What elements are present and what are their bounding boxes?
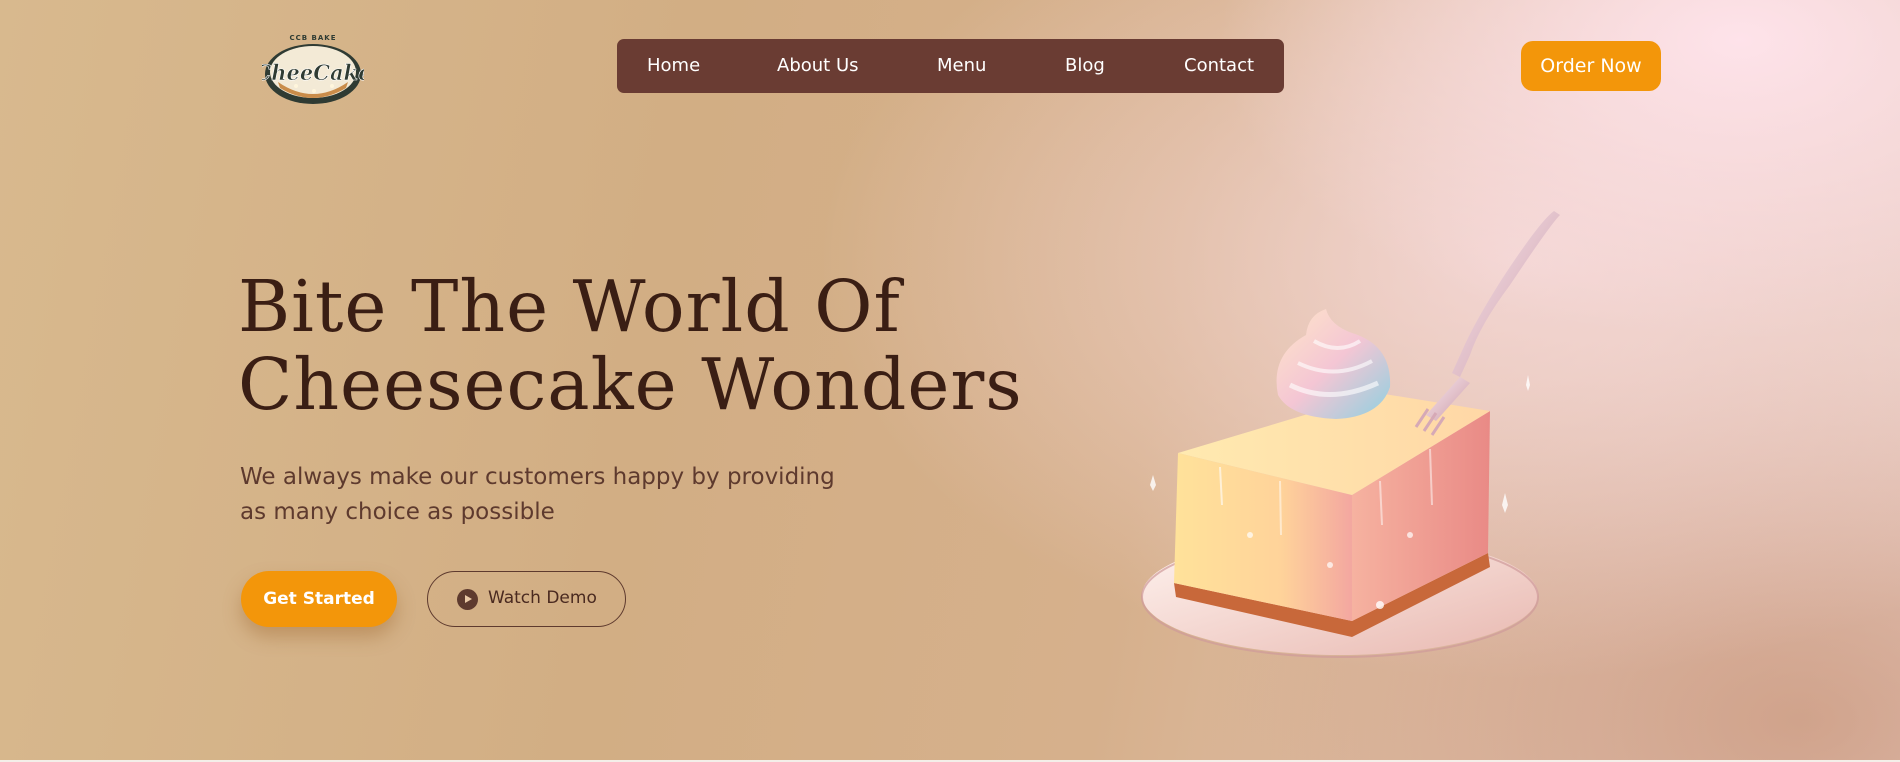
get-started-button[interactable]: Get Started [241, 571, 397, 627]
nav-item-contact[interactable]: Contact [1184, 39, 1254, 93]
cheesecake-image [1130, 205, 1590, 665]
headline-line-1: Bite The World Of [238, 265, 901, 348]
order-now-button[interactable]: Order Now [1521, 41, 1661, 91]
svg-text:CCB BAKE: CCB BAKE [289, 34, 336, 42]
nav-item-home[interactable]: Home [647, 39, 700, 93]
svg-text:CheeCake: CheeCake [262, 60, 364, 85]
nav-item-about-us[interactable]: About Us [777, 39, 859, 93]
hero-subtext: We always make our customers happy by pr… [240, 460, 840, 530]
cheesecake-slice-illustration [1141, 211, 1560, 658]
hero-headline: Bite The World Of Cheesecake Wonders [238, 268, 1023, 424]
nav-item-menu[interactable]: Menu [937, 39, 986, 93]
nav-item-blog[interactable]: Blog [1065, 39, 1105, 93]
main-nav: Home About Us Menu Blog Contact [617, 39, 1284, 93]
hero-section: CCB BAKE CheeCake Home About Us Menu Blo… [0, 0, 1900, 760]
subtext-line-2: as many choice as possible [240, 499, 555, 525]
watch-demo-button[interactable]: Watch Demo [427, 571, 626, 627]
play-icon [457, 589, 478, 610]
cheesecake-logo-icon: CCB BAKE CheeCake [262, 34, 364, 104]
subtext-line-1: We always make our customers happy by pr… [240, 464, 835, 490]
watch-demo-label: Watch Demo [488, 588, 597, 608]
brand-logo[interactable]: CCB BAKE CheeCake [262, 28, 364, 108]
headline-line-2: Cheesecake Wonders [238, 343, 1023, 426]
